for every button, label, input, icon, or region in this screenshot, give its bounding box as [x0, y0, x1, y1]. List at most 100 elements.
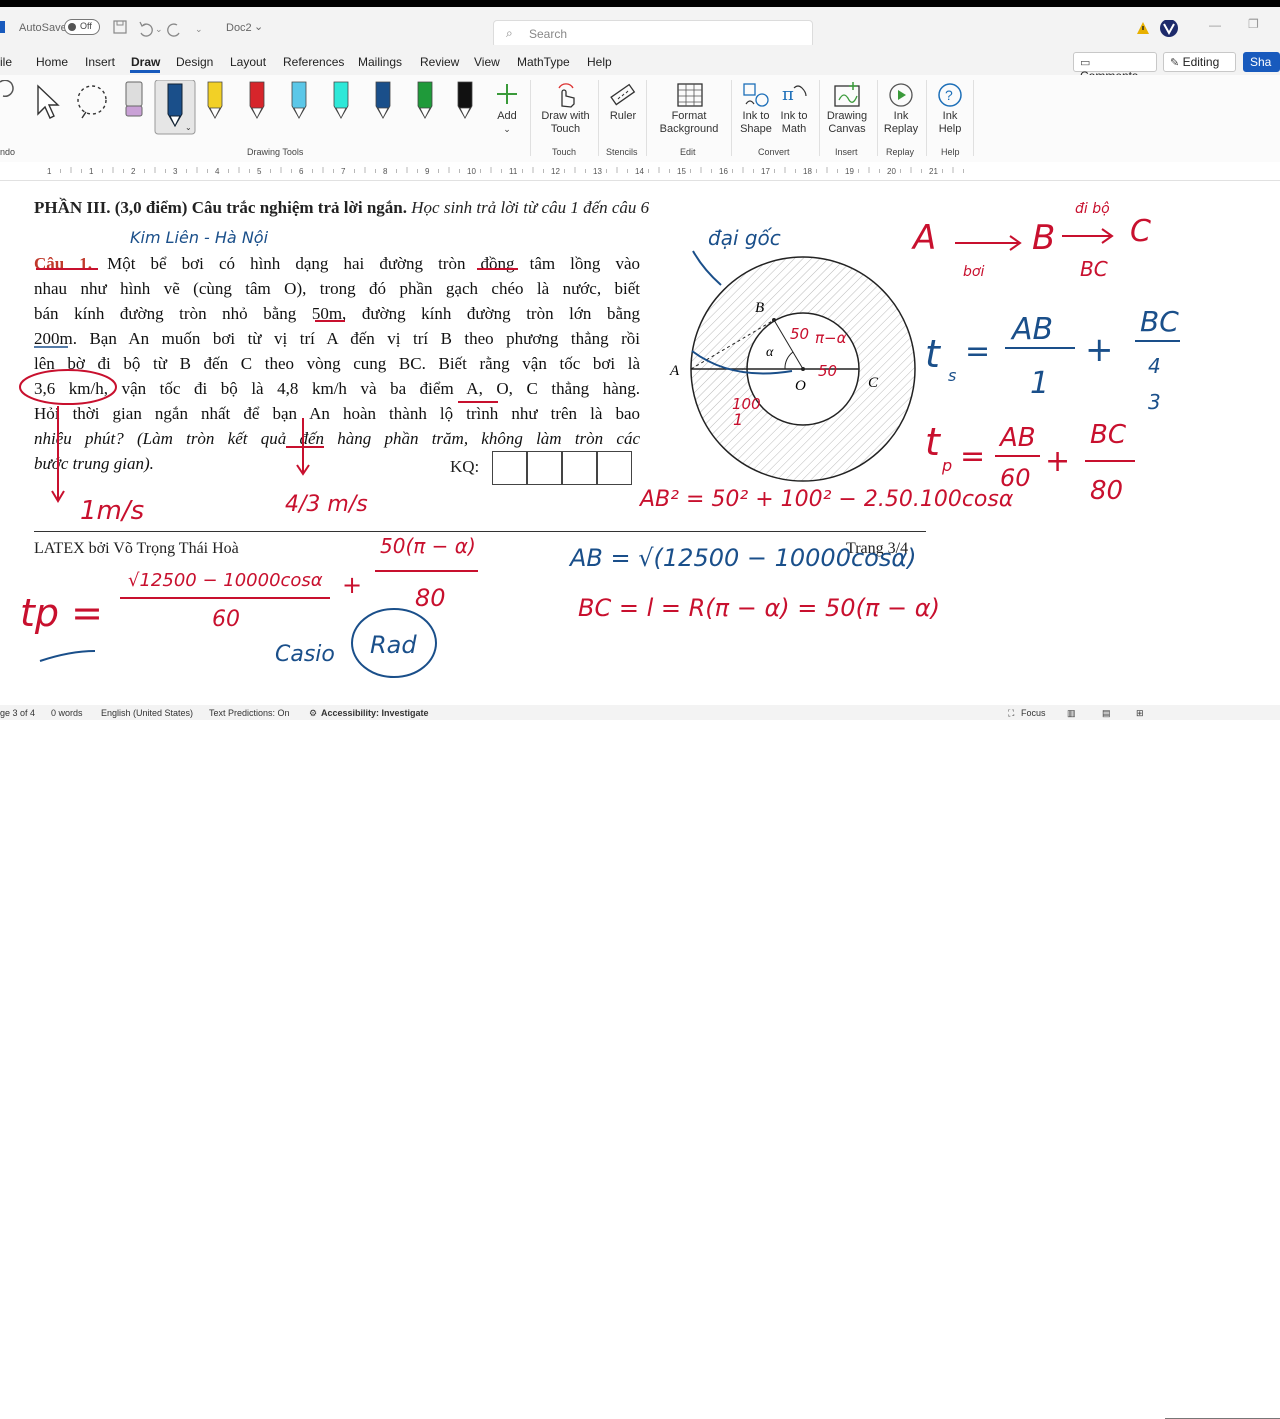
ink-ab-sqrt: AB = √(12500 − 10000cosα) [568, 544, 917, 572]
ink-to-math-icon[interactable]: π [780, 82, 808, 108]
screen-top-strip [0, 0, 1280, 7]
accessibility-icon: ⚙ [309, 708, 318, 718]
ink-to-shape-icon[interactable] [742, 82, 770, 108]
pen-6[interactable] [417, 81, 433, 119]
drawing-canvas-label[interactable]: Drawing Canvas [823, 110, 871, 136]
pen-1[interactable] [207, 81, 223, 119]
ink-to-math-label[interactable]: Ink to Math [776, 110, 812, 136]
ruler-number: 6 [299, 167, 304, 176]
svg-text:⌄: ⌄ [155, 24, 163, 34]
word-logo-icon [0, 21, 5, 33]
focus-mode-button[interactable]: Focus [1021, 708, 1046, 718]
draw-with-touch-label[interactable]: Draw with Touch [538, 110, 593, 136]
horizontal-ruler[interactable]: 1 1 2 3 4 5 6 7 8 9 10 11 12 13 14 15 16 17 18 19 20 21 [0, 162, 1280, 181]
language-indicator[interactable]: English (United States) [101, 708, 193, 718]
draw-with-touch-icon[interactable] [553, 82, 579, 108]
editing-mode-button[interactable]: ✎ Editing ⌄ [1163, 52, 1236, 83]
read-mode-icon[interactable]: ▥ [1067, 708, 1076, 719]
ink-ts-bc: BC [1140, 305, 1179, 338]
ruler-icon[interactable] [609, 82, 637, 108]
ink-replay-label[interactable]: Ink Replay [882, 110, 920, 136]
format-background-label[interactable]: Format Background [654, 110, 724, 136]
edit-group-label: Edit [680, 147, 696, 157]
accessibility-status[interactable]: Accessibility: Investigate [321, 708, 429, 718]
ruler-number: 9 [425, 167, 430, 176]
ribbon-separator [598, 80, 599, 156]
ink-ts-1: 1 [1030, 366, 1049, 401]
tab-layout[interactable]: Layout [230, 55, 266, 69]
ink-author: Kim Liên - Hà Nội [130, 228, 269, 247]
tab-help[interactable]: Help [587, 55, 612, 69]
text-predictions-status[interactable]: Text Predictions: On [209, 708, 290, 718]
pen-5[interactable] [375, 81, 391, 119]
quick-access-icons[interactable]: ⌄ ⌄ [113, 19, 203, 37]
tab-home[interactable]: Home [36, 55, 68, 69]
ruler-label[interactable]: Ruler [605, 110, 641, 123]
tab-mailings[interactable]: Mailings [358, 55, 402, 69]
insert-group-label: Insert [835, 147, 858, 157]
ink-replay-icon[interactable] [888, 82, 914, 108]
undo-group-label: ndo [0, 147, 16, 157]
ink-dai-goc: đại gốc [708, 226, 781, 250]
tab-references[interactable]: References [283, 55, 344, 69]
add-pen-label[interactable]: Add [493, 110, 521, 123]
ruler-number: 1 [47, 167, 52, 176]
add-pen-icon[interactable] [495, 82, 519, 106]
tab-design[interactable]: Design [176, 55, 213, 69]
ink-tp-80: 80 [1090, 476, 1123, 506]
stencils-group-label: Stencils [606, 147, 638, 157]
drawing-canvas-icon[interactable] [833, 82, 861, 108]
tab-insert[interactable]: Insert [85, 55, 115, 69]
pen-4[interactable] [333, 81, 349, 119]
pen-3[interactable] [291, 81, 307, 119]
ink-tp-plus: + [1045, 444, 1070, 479]
pen-palette[interactable] [200, 80, 490, 130]
ink-fig-1: 1 [733, 410, 743, 429]
autosave-toggle[interactable]: Off [64, 19, 100, 35]
share-button[interactable]: Sha [1243, 52, 1280, 72]
tab-view[interactable]: View [474, 55, 500, 69]
ribbon-separator [877, 80, 878, 156]
restore-icon[interactable]: ❐ [1248, 17, 1259, 31]
comments-button[interactable]: ▭ Comments [1073, 52, 1157, 83]
ruler-number: 11 [509, 167, 518, 176]
title-bar: AutoSave Off ⌄ ⌄ Doc2 ⌄ ⌕ Search — ❐ [0, 7, 1280, 48]
ink-tp-t: t [925, 420, 942, 464]
tab-mathtype[interactable]: MathType [517, 55, 570, 69]
ink-ts-s: s [948, 366, 956, 385]
tab-review[interactable]: Review [420, 55, 459, 69]
format-background-icon[interactable] [676, 82, 704, 108]
touch-group-label: Touch [552, 147, 577, 157]
ribbon-separator [926, 80, 927, 156]
ruler-number: 21 [929, 167, 938, 176]
ruler-number: 7 [341, 167, 346, 176]
replay-group-label: Replay [886, 147, 915, 157]
ruler-number: 12 [551, 167, 560, 176]
ink-ts-plus: + [1085, 330, 1114, 370]
ink-ts-3: 3 [1148, 390, 1161, 414]
ink-help-label[interactable]: Ink Help [933, 110, 967, 136]
ribbon-separator [973, 80, 974, 156]
pen-2[interactable] [249, 81, 265, 119]
web-layout-icon[interactable]: ⊞ [1136, 708, 1144, 719]
search-box[interactable]: ⌕ Search [493, 20, 813, 48]
pen-7[interactable] [457, 81, 473, 119]
tab-draw[interactable]: Draw [131, 55, 160, 69]
minimize-icon[interactable]: — [1209, 18, 1221, 32]
ink-boi: bơi [963, 264, 984, 280]
ink-help-icon[interactable]: ? [937, 82, 963, 108]
ink-c: C [1130, 214, 1151, 249]
word-count[interactable]: 0 words [51, 708, 83, 718]
ink-to-shape-label[interactable]: Ink to Shape [738, 110, 774, 136]
doc-name-chevron-icon[interactable]: ⌄ [254, 20, 263, 33]
convert-group-label: Convert [758, 147, 790, 157]
editing-label: Editing [1182, 55, 1220, 69]
svg-text:⌄: ⌄ [185, 123, 192, 132]
ink-di-bo: đi bộ [1075, 201, 1110, 217]
ruler-number: 4 [215, 167, 220, 176]
warning-and-profile-icons[interactable] [1136, 20, 1182, 40]
print-layout-icon[interactable]: ▤ [1102, 708, 1111, 719]
page-count[interactable]: ge 3 of 4 [0, 708, 35, 718]
tab-file[interactable]: ile [0, 55, 12, 69]
add-chevron-icon[interactable]: ⌄ [503, 123, 511, 136]
